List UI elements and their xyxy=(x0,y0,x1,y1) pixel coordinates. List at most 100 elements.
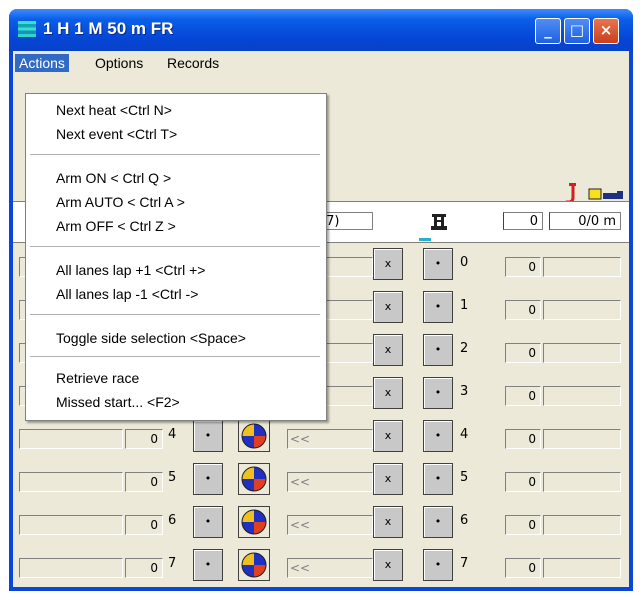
right-dot-label: • xyxy=(434,558,442,571)
actions-dropdown: Next heat <Ctrl N> Next event <Ctrl T> A… xyxy=(25,93,327,421)
menu-next-event[interactable]: Next event <Ctrl T> xyxy=(56,126,177,142)
lane-number-left: 4 xyxy=(168,427,177,442)
right-dot-label: • xyxy=(434,257,442,270)
menu-separator xyxy=(30,246,320,247)
right-time-field[interactable] xyxy=(543,472,621,492)
right-lap-value: 0 xyxy=(528,518,536,532)
delete-label: x xyxy=(384,300,392,313)
left-lap-field: 0 xyxy=(125,515,163,535)
right-time-field[interactable] xyxy=(543,343,621,363)
delete-button[interactable]: x xyxy=(373,248,403,280)
menu-separator xyxy=(30,356,320,357)
lane-number-right: 4 xyxy=(460,427,469,442)
start-block-icon xyxy=(431,214,447,230)
right-lap-value: 0 xyxy=(528,432,536,446)
close-button[interactable]: × xyxy=(593,18,619,44)
delete-button[interactable]: x xyxy=(373,463,403,495)
right-time-field[interactable] xyxy=(543,558,621,578)
menu-all-lanes-lap-minus[interactable]: All lanes lap -1 <Ctrl -> xyxy=(56,286,198,302)
delete-button[interactable]: x xyxy=(373,549,403,581)
swimmer-name-field[interactable] xyxy=(19,429,123,449)
menu-arm-auto[interactable]: Arm AUTO < Ctrl A > xyxy=(56,194,185,210)
right-lap-field: 0 xyxy=(505,472,541,492)
previous-lap-field[interactable]: << xyxy=(287,429,373,449)
right-time-field[interactable] xyxy=(543,300,621,320)
right-lap-field: 0 xyxy=(505,257,541,277)
previous-lap-label: << xyxy=(290,432,311,446)
previous-lap-field[interactable]: << xyxy=(287,472,373,492)
previous-lap-field[interactable]: << xyxy=(287,558,373,578)
left-dot-button[interactable]: • xyxy=(193,463,223,495)
title-bar[interactable]: 1 H 1 M 50 m FR _ □ × xyxy=(9,9,633,51)
timer-disc-icon xyxy=(241,423,267,449)
left-dot-button[interactable]: • xyxy=(193,420,223,452)
timer-disc-button[interactable] xyxy=(238,506,270,538)
right-dot-button[interactable]: • xyxy=(423,420,453,452)
right-lap-value: 0 xyxy=(528,561,536,575)
menu-options[interactable]: Options xyxy=(91,54,147,72)
close-icon: × xyxy=(599,21,613,39)
delete-button[interactable]: x xyxy=(373,506,403,538)
swimmer-name-field[interactable] xyxy=(19,558,123,578)
delete-button[interactable]: x xyxy=(373,291,403,323)
swimmer-name-field[interactable] xyxy=(19,515,123,535)
minimize-button[interactable]: _ xyxy=(535,18,561,44)
right-lap-field: 0 xyxy=(505,343,541,363)
lane-row: 0 7 • << x • 7 0 xyxy=(13,546,629,584)
distance-field: 0/0 m xyxy=(549,212,621,230)
right-dot-button[interactable]: • xyxy=(423,291,453,323)
lane-row: 0 4 • << x • 4 0 xyxy=(13,417,629,455)
right-lap-field: 0 xyxy=(505,300,541,320)
right-lap-value: 0 xyxy=(528,303,536,317)
right-dot-button[interactable]: • xyxy=(423,248,453,280)
maximize-icon: □ xyxy=(569,21,585,39)
right-time-field[interactable] xyxy=(543,386,621,406)
right-dot-button[interactable]: • xyxy=(423,463,453,495)
right-dot-button[interactable]: • xyxy=(423,506,453,538)
lane-row: 0 6 • << x • 6 0 xyxy=(13,503,629,541)
minimize-icon: _ xyxy=(544,21,552,39)
menu-arm-on[interactable]: Arm ON < Ctrl Q > xyxy=(56,170,171,186)
right-lap-value: 0 xyxy=(528,389,536,403)
right-dot-button[interactable]: • xyxy=(423,334,453,366)
timer-disc-button[interactable] xyxy=(238,463,270,495)
timer-disc-button[interactable] xyxy=(238,420,270,452)
right-dot-label: • xyxy=(434,515,442,528)
right-dot-button[interactable]: • xyxy=(423,377,453,409)
timer-disc-button[interactable] xyxy=(238,549,270,581)
left-lap-field: 0 xyxy=(125,558,163,578)
delete-label: x xyxy=(384,472,392,485)
lane-number-right: 7 xyxy=(460,556,469,571)
previous-lap-field[interactable]: << xyxy=(287,515,373,535)
window-title: 1 H 1 M 50 m FR xyxy=(43,19,174,38)
previous-lap-label: << xyxy=(290,561,311,575)
menu-next-heat[interactable]: Next heat <Ctrl N> xyxy=(56,102,172,118)
maximize-button[interactable]: □ xyxy=(564,18,590,44)
right-time-field[interactable] xyxy=(543,515,621,535)
left-dot-button[interactable]: • xyxy=(193,549,223,581)
right-time-field[interactable] xyxy=(543,257,621,277)
menu-arm-off[interactable]: Arm OFF < Ctrl Z > xyxy=(56,218,176,234)
menu-toggle-side[interactable]: Toggle side selection <Space> xyxy=(56,330,246,346)
lane-row: 0 5 • << x • 5 0 xyxy=(13,460,629,498)
delete-label: x xyxy=(384,343,392,356)
timer-disc-icon xyxy=(241,552,267,578)
delete-button[interactable]: x xyxy=(373,377,403,409)
delete-button[interactable]: x xyxy=(373,420,403,452)
delete-button[interactable]: x xyxy=(373,334,403,366)
menu-all-lanes-lap-plus[interactable]: All lanes lap +1 <Ctrl +> xyxy=(56,262,205,278)
left-dot-label: • xyxy=(204,515,212,528)
right-time-field[interactable] xyxy=(543,429,621,449)
right-dot-button[interactable]: • xyxy=(423,549,453,581)
menu-retrieve-race[interactable]: Retrieve race xyxy=(56,370,139,386)
right-dot-label: • xyxy=(434,386,442,399)
menu-missed-start[interactable]: Missed start... <F2> xyxy=(56,394,180,410)
menu-actions[interactable]: Actions xyxy=(15,54,69,72)
left-dot-button[interactable]: • xyxy=(193,506,223,538)
menu-records[interactable]: Records xyxy=(163,54,223,72)
right-dot-label: • xyxy=(434,429,442,442)
timer-disc-icon xyxy=(241,466,267,492)
swimmer-name-field[interactable] xyxy=(19,472,123,492)
right-lap-value: 0 xyxy=(528,260,536,274)
lane-number-right: 6 xyxy=(460,513,469,528)
